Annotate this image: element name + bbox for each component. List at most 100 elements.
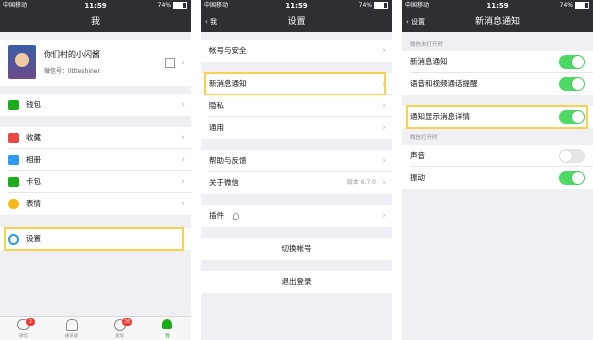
nav-bar: 我	[0, 12, 191, 32]
switch-account-label: 切换帐号	[281, 244, 312, 253]
card-icon	[8, 177, 19, 187]
wallet-icon	[8, 100, 19, 110]
back-label: 我	[210, 18, 218, 26]
chevron-right-icon: ›	[382, 123, 386, 133]
nav-bar: ‹ 我 设置	[201, 12, 392, 32]
tab-label: 微信	[19, 334, 28, 339]
album-icon	[8, 155, 19, 165]
tab-chats[interactable]: 2 微信	[0, 317, 47, 340]
toggle-row-call-reminder: 语音和视频通话提醒	[402, 73, 593, 95]
chevron-right-icon: ›	[181, 100, 185, 110]
nav-bar: ‹ 设置 新消息通知	[402, 12, 593, 32]
menu-item-label: 表情	[26, 199, 41, 208]
menu-item-favorites[interactable]: 收藏 ›	[0, 127, 191, 149]
avatar-face	[15, 53, 29, 67]
menu-item-label: 钱包	[26, 100, 41, 109]
chevron-right-icon: ›	[382, 211, 386, 221]
page-title: 新消息通知	[474, 17, 520, 27]
menu-item-label: 卡包	[26, 177, 41, 186]
settings-item-plugins[interactable]: 插件 ›	[201, 205, 392, 227]
tab-label: 发现	[115, 334, 124, 339]
settings-item-account-security[interactable]: 帐号与安全 ›	[201, 40, 392, 62]
switch-account-button[interactable]: 切换帐号	[201, 238, 392, 260]
unread-badge: 2	[26, 318, 35, 326]
menu-item-stickers[interactable]: 表情 ›	[0, 193, 191, 215]
toggle-row-new-message: 新消息通知	[402, 51, 593, 73]
status-bar: 中国移动 11:59 74%	[402, 0, 593, 12]
vibrate-toggle[interactable]	[559, 171, 585, 185]
settings-item-label: 插件	[209, 211, 224, 220]
chevron-right-icon: ›	[382, 178, 386, 188]
unread-badge: 26	[122, 318, 133, 326]
call-reminder-toggle[interactable]	[559, 77, 585, 91]
settings-item-about[interactable]: 关于微信 版本 6.7.0 ›	[201, 172, 392, 194]
battery-icon	[575, 2, 589, 9]
section-header-closed: 微信未打开时	[410, 42, 444, 48]
tab-label: 我	[165, 334, 170, 339]
toggle-label: 新消息通知	[410, 57, 448, 66]
toggle-label: 语音和视频通话提醒	[410, 79, 478, 88]
contacts-icon	[66, 319, 78, 331]
menu-item-wallet[interactable]: 钱包 ›	[0, 94, 191, 116]
settings-item-privacy[interactable]: 隐私 ›	[201, 95, 392, 117]
battery-indicator: 74%	[359, 0, 388, 12]
profile-wechat-id: 微信号：littleshiner	[44, 68, 100, 75]
chevron-right-icon: ›	[181, 133, 185, 143]
back-button[interactable]: ‹ 设置	[406, 12, 425, 32]
tab-me[interactable]: 我	[144, 317, 191, 340]
battery-fill	[375, 3, 384, 8]
menu-item-label: 相册	[26, 155, 41, 164]
status-bar: 中国移动 11:59 74%	[201, 0, 392, 12]
toggle-knob	[560, 150, 572, 162]
settings-item-label: 关于微信	[209, 178, 239, 187]
battery-percent: 74%	[559, 2, 573, 9]
settings-item-general[interactable]: 通用 ›	[201, 117, 392, 139]
settings-item-label: 隐私	[209, 101, 224, 110]
highlight-box	[204, 72, 386, 96]
toggle-knob	[572, 56, 584, 68]
tab-bar: 2 微信 通讯录 26 发现 我	[0, 316, 191, 340]
location-pin-icon	[233, 213, 239, 220]
sticker-icon	[8, 199, 19, 209]
battery-icon	[374, 2, 388, 9]
page-title: 我	[90, 17, 100, 27]
qr-code-icon[interactable]	[165, 58, 175, 68]
highlight-box	[4, 227, 184, 251]
profile-card[interactable]: 你们村的小闪酱 微信号：littleshiner ›	[0, 40, 191, 86]
menu-item-cards[interactable]: 卡包 ›	[0, 171, 191, 193]
chevron-right-icon: ›	[181, 58, 185, 68]
new-message-notify-screen: 中国移动 11:59 74% ‹ 设置 新消息通知 微信未打开时 新消息通知 语…	[402, 0, 593, 340]
page-title: 设置	[287, 17, 306, 27]
menu-item-label: 收藏	[26, 133, 41, 142]
settings-screen: 中国移动 11:59 74% ‹ 我 设置 帐号与安全 › 新消息通知 › 隐私…	[201, 0, 392, 340]
chevron-right-icon: ›	[181, 199, 185, 209]
new-message-toggle[interactable]	[559, 55, 585, 69]
battery-icon	[173, 2, 187, 9]
me-screen: 中国移动 11:59 74% 我 你们村的小闪酱 微信号：littleshine…	[0, 0, 191, 340]
highlight-box	[406, 105, 588, 129]
settings-item-label: 帐号与安全	[209, 46, 247, 55]
chevron-right-icon: ›	[382, 156, 386, 166]
settings-item-help-feedback[interactable]: 帮助与反馈 ›	[201, 150, 392, 172]
tab-discover[interactable]: 26 发现	[96, 317, 143, 340]
chevron-right-icon: ›	[382, 101, 386, 111]
favorites-icon	[8, 133, 19, 143]
battery-percent: 74%	[157, 2, 171, 9]
toggle-knob	[572, 172, 584, 184]
menu-item-album[interactable]: 相册 ›	[0, 149, 191, 171]
logout-button[interactable]: 退出登录	[201, 271, 392, 293]
toggle-knob	[572, 78, 584, 90]
back-button[interactable]: ‹ 我	[205, 12, 217, 32]
battery-fill	[576, 3, 585, 8]
version-label: 版本 6.7.0	[346, 179, 376, 186]
tab-contacts[interactable]: 通讯录	[48, 317, 95, 340]
toggle-row-sound: 声音	[402, 145, 593, 167]
sound-toggle[interactable]	[559, 149, 585, 163]
battery-percent: 74%	[358, 2, 372, 9]
toggle-row-vibrate: 振动	[402, 167, 593, 189]
battery-fill	[174, 3, 183, 8]
logout-label: 退出登录	[281, 277, 312, 286]
chevron-right-icon: ›	[382, 46, 386, 56]
section-header-open: 微信打开时	[410, 135, 438, 141]
profile-name: 你们村的小闪酱	[44, 50, 100, 59]
